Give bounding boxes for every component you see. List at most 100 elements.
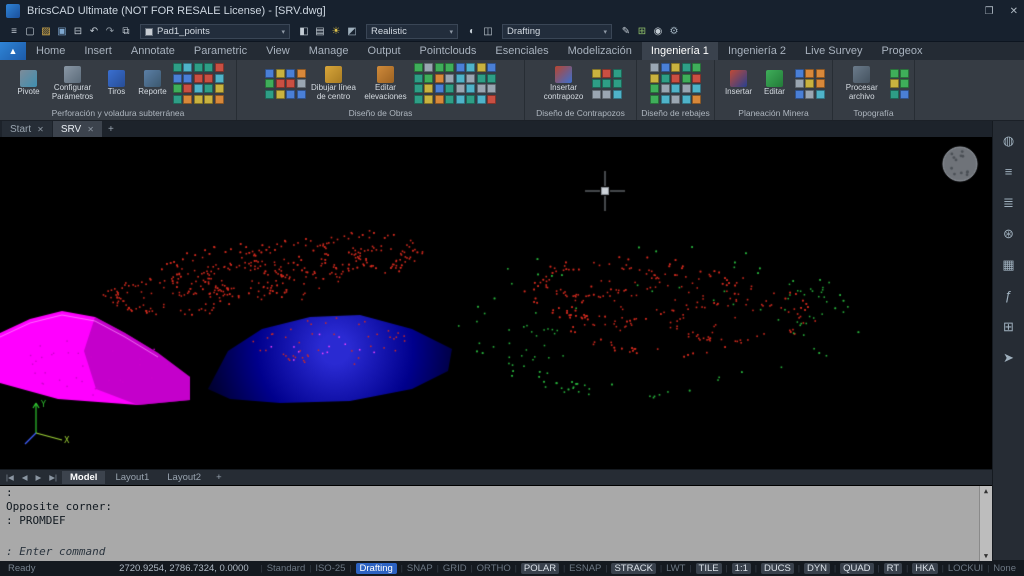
reports-icon[interactable]: ⊞ bbox=[998, 317, 1020, 337]
ribbon-tool-icon[interactable] bbox=[602, 89, 611, 99]
print-icon[interactable]: ⊟ bbox=[70, 24, 86, 40]
layout-tab-model[interactable]: Model bbox=[62, 471, 106, 484]
ribbon-tool-icon[interactable] bbox=[204, 84, 213, 94]
status-toggle-quad[interactable]: QUAD bbox=[840, 562, 874, 574]
attachments-icon[interactable]: ⊛ bbox=[998, 224, 1020, 244]
next-layout-button[interactable]: ▶ bbox=[33, 473, 45, 482]
ribbon-tool-icon[interactable] bbox=[204, 73, 213, 83]
ribbon-tool-icon[interactable] bbox=[889, 68, 899, 78]
ribbon-tool-icon[interactable] bbox=[660, 73, 670, 83]
ribbon-tool-icon[interactable] bbox=[424, 63, 433, 73]
ribbon-tool-icon[interactable] bbox=[650, 94, 659, 104]
reporte-button[interactable]: Reporte bbox=[137, 70, 169, 97]
ribbon-tool-icon[interactable] bbox=[445, 84, 454, 94]
section-icon[interactable]: ⊞ bbox=[634, 24, 650, 40]
ribbon-tool-icon[interactable] bbox=[286, 68, 295, 78]
command-scrollbar[interactable]: ▲ ▼ bbox=[979, 486, 992, 561]
ribbon-tab-output[interactable]: Output bbox=[359, 42, 410, 60]
prev-layout-button[interactable]: ◀ bbox=[19, 473, 31, 482]
ribbon-tool-icon[interactable] bbox=[466, 84, 475, 94]
ribbon-tool-icon[interactable] bbox=[487, 63, 496, 73]
ribbon-tool-icon[interactable] bbox=[692, 73, 701, 83]
tiros-button[interactable]: Tiros bbox=[101, 70, 133, 97]
ribbon-tab-progeox[interactable]: Progeox bbox=[873, 42, 932, 60]
ribbon-tool-icon[interactable] bbox=[193, 84, 203, 94]
ribbon-tab-modelizacion[interactable]: Modelización bbox=[559, 42, 641, 60]
status-toggle-rt[interactable]: RT bbox=[883, 562, 903, 574]
ribbon-tool-icon[interactable] bbox=[476, 94, 486, 104]
status-toggle-ortho[interactable]: ORTHO bbox=[477, 563, 511, 574]
render-icon[interactable]: ◐ bbox=[464, 24, 480, 40]
ribbon-tool-icon[interactable] bbox=[455, 94, 465, 104]
ribbon-tool-icon[interactable] bbox=[172, 94, 182, 104]
ribbon-tool-icon[interactable] bbox=[413, 84, 423, 94]
workspace-dropdown[interactable]: Drafting ▾ bbox=[502, 24, 612, 39]
ribbon-tool-icon[interactable] bbox=[660, 63, 670, 73]
ribbon-tool-icon[interactable] bbox=[805, 89, 814, 99]
ribbon-tool-icon[interactable] bbox=[296, 89, 306, 99]
ribbon-tool-icon[interactable] bbox=[815, 68, 825, 78]
ribbon-tool-icon[interactable] bbox=[183, 94, 192, 104]
command-input[interactable]: : Enter command bbox=[0, 544, 978, 559]
status-toggle-iso-25[interactable]: ISO-25 bbox=[315, 563, 345, 574]
ribbon-tool-icon[interactable] bbox=[172, 73, 182, 83]
ribbon-tool-icon[interactable] bbox=[286, 79, 295, 88]
editar-button[interactable]: Editar bbox=[759, 70, 791, 97]
ribbon-tool-icon[interactable] bbox=[660, 84, 670, 94]
ribbon-tab-pointclouds[interactable]: Pointclouds bbox=[411, 42, 486, 60]
ribbon-tool-icon[interactable] bbox=[434, 73, 444, 83]
sun-icon[interactable]: ☀ bbox=[328, 24, 344, 40]
dibujar-linea-centro-button[interactable]: Dibujar línea de centro bbox=[310, 65, 358, 102]
ribbon-tool-icon[interactable] bbox=[214, 63, 224, 73]
ribbon-tool-icon[interactable] bbox=[650, 63, 659, 73]
ribbon-tool-icon[interactable] bbox=[413, 73, 423, 83]
ribbon-tool-icon[interactable] bbox=[265, 68, 274, 78]
ribbon-tab-ingenieria-2[interactable]: Ingeniería 2 bbox=[719, 42, 795, 60]
status-toggle-esnap[interactable]: ESNAP bbox=[569, 563, 601, 574]
ribbon-tab-parametric[interactable]: Parametric bbox=[185, 42, 256, 60]
ribbon-tool-icon[interactable] bbox=[487, 94, 496, 104]
ribbon-tool-icon[interactable] bbox=[671, 94, 680, 104]
ribbon-tool-icon[interactable] bbox=[794, 68, 804, 78]
ribbon-tool-icon[interactable] bbox=[889, 89, 899, 99]
ribbon-tool-icon[interactable] bbox=[286, 89, 295, 99]
ribbon-tool-icon[interactable] bbox=[193, 63, 203, 73]
undo-icon[interactable]: ↶ bbox=[86, 24, 102, 40]
ribbon-tool-icon[interactable] bbox=[204, 94, 213, 104]
ribbon-tab-manage[interactable]: Manage bbox=[300, 42, 358, 60]
camera-icon[interactable]: ◉ bbox=[650, 24, 666, 40]
ribbon-tool-icon[interactable] bbox=[650, 73, 659, 83]
status-toggle-1-1[interactable]: 1:1 bbox=[731, 562, 751, 574]
ribbon-tool-icon[interactable] bbox=[424, 94, 433, 104]
redo-icon[interactable]: ↷ bbox=[102, 24, 118, 40]
annotate-icon[interactable]: ✎ bbox=[618, 24, 634, 40]
ribbon-tool-icon[interactable] bbox=[214, 73, 224, 83]
ribbon-tool-icon[interactable] bbox=[602, 79, 611, 88]
doc-tab-start[interactable]: Start ✕ bbox=[2, 121, 52, 137]
ribbon-tab-view[interactable]: View bbox=[257, 42, 299, 60]
ribbon-tab-live-survey[interactable]: Live Survey bbox=[796, 42, 871, 60]
filter-sliders-icon[interactable]: ≡ bbox=[998, 162, 1020, 182]
doc-tab-srv[interactable]: SRV ✕ bbox=[52, 121, 102, 137]
ribbon-tool-icon[interactable] bbox=[660, 94, 670, 104]
ribbon-tool-icon[interactable] bbox=[183, 73, 192, 83]
layer-states-icon[interactable]: ◧ bbox=[296, 24, 312, 40]
ribbon-tool-icon[interactable] bbox=[455, 63, 465, 73]
status-toggle-ducs[interactable]: DUCS bbox=[760, 562, 794, 574]
ribbon-tool-icon[interactable] bbox=[275, 89, 285, 99]
open-drawing-icon[interactable]: ▨ bbox=[38, 24, 54, 40]
ribbon-tool-icon[interactable] bbox=[183, 63, 192, 73]
ribbon-tool-icon[interactable] bbox=[455, 84, 465, 94]
export-icon[interactable]: ➤ bbox=[998, 348, 1020, 368]
ribbon-tool-icon[interactable] bbox=[794, 89, 804, 99]
ribbon-tool-icon[interactable] bbox=[275, 79, 285, 88]
ribbon-tool-icon[interactable] bbox=[889, 79, 899, 88]
insertar-button[interactable]: Insertar bbox=[723, 70, 755, 97]
ribbon-tool-icon[interactable] bbox=[476, 84, 486, 94]
add-layout-button[interactable]: + bbox=[211, 472, 227, 483]
ribbon-tool-icon[interactable] bbox=[487, 84, 496, 94]
ribbon-tool-icon[interactable] bbox=[612, 68, 622, 78]
editar-elevaciones-button[interactable]: Editar elevaciones bbox=[362, 65, 410, 102]
ribbon-tool-icon[interactable] bbox=[650, 84, 659, 94]
ribbon-tool-icon[interactable] bbox=[805, 79, 814, 88]
